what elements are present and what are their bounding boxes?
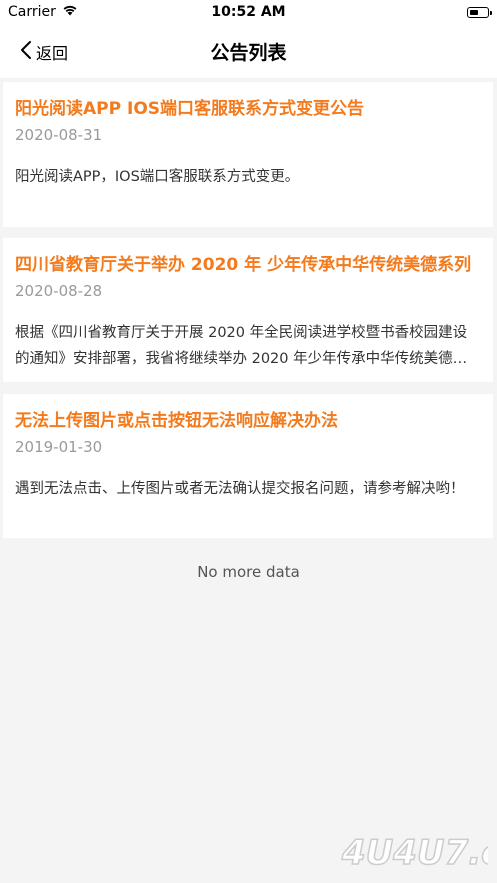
announcement-date: 2019-01-30 (15, 438, 103, 456)
announcement-title: 无法上传图片或点击按钮无法响应解决办法 (15, 411, 338, 431)
watermark-text: 4U4U7.com (341, 833, 488, 873)
announcement-summary: 阳光阅读APP，IOS端口客服联系方式变更。 (15, 169, 300, 185)
status-time: 10:52 AM (211, 4, 286, 20)
announcement-summary: 根据《四川省教育厅关于开展 2020 年全民阅读进学校暨书香校园建设的通知》安排… (15, 325, 468, 367)
navigation-bar: 返回 公告列表 (0, 26, 497, 78)
page-title: 公告列表 (210, 42, 287, 64)
status-bar: Carrier 10:52 AM (0, 0, 497, 26)
announcement-date: 2020-08-31 (15, 126, 103, 144)
announcement-summary: 遇到无法点击、上传图片或者无法确认提交报名问题，请参考解决哟！ (15, 481, 465, 497)
watermark-logo: 4U4U7.com (340, 832, 488, 874)
announcement-date: 2020-08-28 (15, 282, 103, 300)
battery-icon (467, 7, 492, 18)
announcement-card[interactable]: 阳光阅读APP IOS端口客服联系方式变更公告 2020-08-31 阳光阅读A… (3, 82, 493, 227)
announcement-card[interactable]: 四川省教育厅关于举办 2020 年 少年传承中华传统美德系列 2020-08-2… (3, 238, 493, 382)
no-more-data-label: No more data (197, 563, 300, 581)
announcement-title: 阳光阅读APP IOS端口客服联系方式变更公告 (15, 99, 365, 119)
announcement-card[interactable]: 无法上传图片或点击按钮无法响应解决办法 2019-01-30 遇到无法点击、上传… (3, 394, 493, 538)
announcement-title: 四川省教育厅关于举办 2020 年 少年传承中华传统美德系列 (15, 255, 472, 275)
